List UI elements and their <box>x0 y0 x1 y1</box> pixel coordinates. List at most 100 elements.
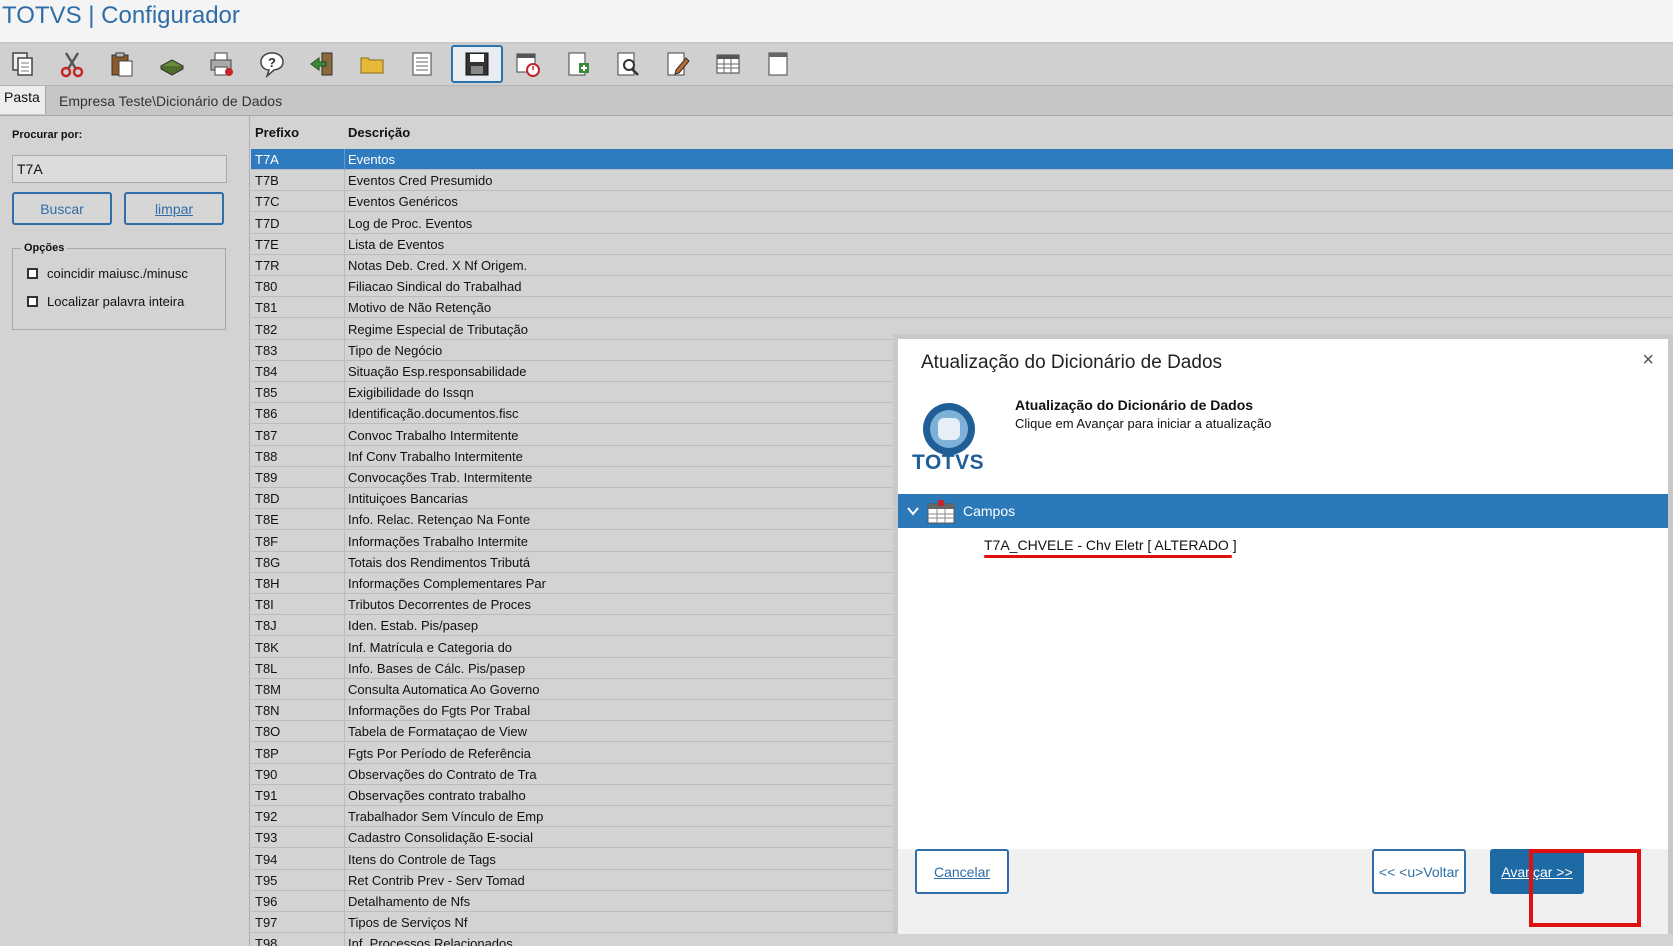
paste-button[interactable] <box>104 46 140 82</box>
table-row[interactable]: T7C Eventos Genéricos <box>251 191 1673 213</box>
column-header-prefix[interactable]: Prefixo <box>255 125 299 140</box>
cut-button[interactable] <box>54 46 90 82</box>
match-case-checkbox[interactable] <box>27 268 38 279</box>
cell-description: Tipos de Serviços Nf <box>348 915 468 931</box>
cell-prefix: T92 <box>255 809 278 825</box>
cell-prefix: T81 <box>255 300 278 316</box>
table-icon <box>716 54 740 74</box>
tab-pasta[interactable]: Pasta <box>0 86 46 114</box>
cell-prefix: T8N <box>255 703 280 719</box>
save-icon <box>465 52 489 76</box>
cell-description: Totais dos Rendimentos Tributá <box>348 554 531 570</box>
table-row[interactable]: T80 Filiacao Sindical do Trabalhad <box>251 276 1673 298</box>
search-label: Procurar por: <box>12 129 83 141</box>
cell-description: Regime Especial de Tributação <box>348 321 528 337</box>
column-divider <box>344 488 345 510</box>
column-divider <box>344 551 345 573</box>
whole-word-checkbox[interactable] <box>27 296 38 307</box>
paste-icon <box>111 52 133 77</box>
cell-description: Iden. Estab. Pis/pasep <box>348 618 479 634</box>
cell-description: Filiacao Sindical do Trabalhad <box>348 279 522 295</box>
column-divider <box>344 255 345 276</box>
cell-prefix: T97 <box>255 915 278 931</box>
cell-description: Cadastro Consolidação E-social <box>348 830 533 846</box>
column-header-description[interactable]: Descrição <box>348 125 410 140</box>
column-divider <box>344 170 345 192</box>
copy-button[interactable] <box>4 46 40 82</box>
cell-prefix: T91 <box>255 788 278 803</box>
search-input[interactable] <box>12 155 227 183</box>
database-button[interactable] <box>154 46 190 82</box>
help-button[interactable]: ? <box>254 46 290 82</box>
options-title: Opções <box>21 242 68 254</box>
column-divider <box>344 827 345 849</box>
tree-node-campos[interactable]: Campos <box>898 494 1668 528</box>
cell-description: Informações Trabalho Intermite <box>348 533 528 549</box>
print-icon <box>210 52 233 76</box>
cell-description: Observações do Contrato de Tra <box>348 766 537 782</box>
table-button[interactable] <box>710 46 746 82</box>
list-icon <box>412 52 432 76</box>
table-icon <box>927 500 955 524</box>
limpar-button[interactable]: limpar <box>124 192 224 225</box>
back-button[interactable]: << <u>Voltar <box>1372 849 1466 894</box>
tree-item-field[interactable]: T7A_CHVELE - Chv Eletr [ ALTERADO ] <box>984 537 1237 553</box>
table-row[interactable]: T98 Inf. Processos Relacionados <box>251 933 1673 946</box>
cell-prefix: T8D <box>255 491 280 507</box>
cancel-button[interactable]: Cancelar <box>915 849 1009 894</box>
save-button[interactable] <box>451 45 503 83</box>
cell-description: Info. Bases de Cálc. Pis/pasep <box>348 660 526 676</box>
table-row[interactable]: T81 Motivo de Não Retenção <box>251 297 1673 319</box>
column-divider <box>344 276 345 298</box>
document-icon <box>768 52 788 76</box>
search-document-button[interactable] <box>610 46 646 82</box>
cell-description: Motivo de Não Retenção <box>348 300 492 316</box>
app-title: TOTVS | Configurador <box>2 2 240 29</box>
table-row[interactable]: T7D Log de Proc. Eventos <box>251 212 1673 234</box>
edit-button[interactable] <box>660 46 696 82</box>
column-divider <box>344 912 345 934</box>
copy-icon <box>12 52 33 76</box>
folder-button[interactable] <box>354 46 390 82</box>
cell-prefix: T82 <box>255 321 278 337</box>
column-divider <box>344 679 345 700</box>
list-button[interactable] <box>404 46 440 82</box>
whole-word-label: Localizar palavra inteira <box>47 294 185 309</box>
column-divider <box>344 657 345 679</box>
cell-description: Notas Deb. Cred. X Nf Origem. <box>348 258 528 273</box>
cell-prefix: T88 <box>255 448 278 464</box>
cell-prefix: T8M <box>255 682 281 697</box>
column-divider <box>344 742 345 764</box>
table-row[interactable]: T7A Eventos <box>251 149 1673 170</box>
cell-description: Tributos Decorrentes de Proces <box>348 597 532 613</box>
buscar-button[interactable]: Buscar <box>12 192 112 225</box>
logo-text: TOTVS <box>912 451 985 474</box>
schedule-button[interactable] <box>510 46 546 82</box>
table-row[interactable]: T7R Notas Deb. Cred. X Nf Origem. <box>251 255 1673 276</box>
option-whole-word[interactable]: Localizar palavra inteira <box>27 294 184 309</box>
options-group: Opções coincidir maiusc./minusc Localiza… <box>12 242 226 330</box>
cell-description: Convoc Trabalho Intermitente <box>348 427 519 443</box>
column-divider <box>344 933 345 946</box>
document-button[interactable] <box>760 46 796 82</box>
title-bar: TOTVS | Configurador <box>0 0 1673 44</box>
cell-prefix: T89 <box>255 470 278 485</box>
close-icon[interactable]: × <box>1642 350 1654 370</box>
exit-icon <box>310 52 333 76</box>
option-match-case[interactable]: coincidir maiusc./minusc <box>27 266 188 281</box>
column-divider <box>344 700 345 722</box>
cell-prefix: T7E <box>255 236 279 252</box>
table-row[interactable]: T7E Lista de Eventos <box>251 233 1673 255</box>
cell-prefix: T83 <box>255 342 278 358</box>
column-divider <box>344 594 345 616</box>
print-button[interactable] <box>204 46 240 82</box>
tree-node-label: Campos <box>963 503 1016 519</box>
table-row[interactable]: T7B Eventos Cred Presumido <box>251 170 1673 192</box>
chevron-down-icon[interactable] <box>906 504 920 518</box>
add-document-button[interactable] <box>560 46 596 82</box>
grid-header: Prefixo Descrição <box>251 116 1673 149</box>
column-divider <box>344 339 345 361</box>
exit-button[interactable] <box>304 46 340 82</box>
column-divider <box>344 467 345 488</box>
cell-prefix: T87 <box>255 427 278 443</box>
